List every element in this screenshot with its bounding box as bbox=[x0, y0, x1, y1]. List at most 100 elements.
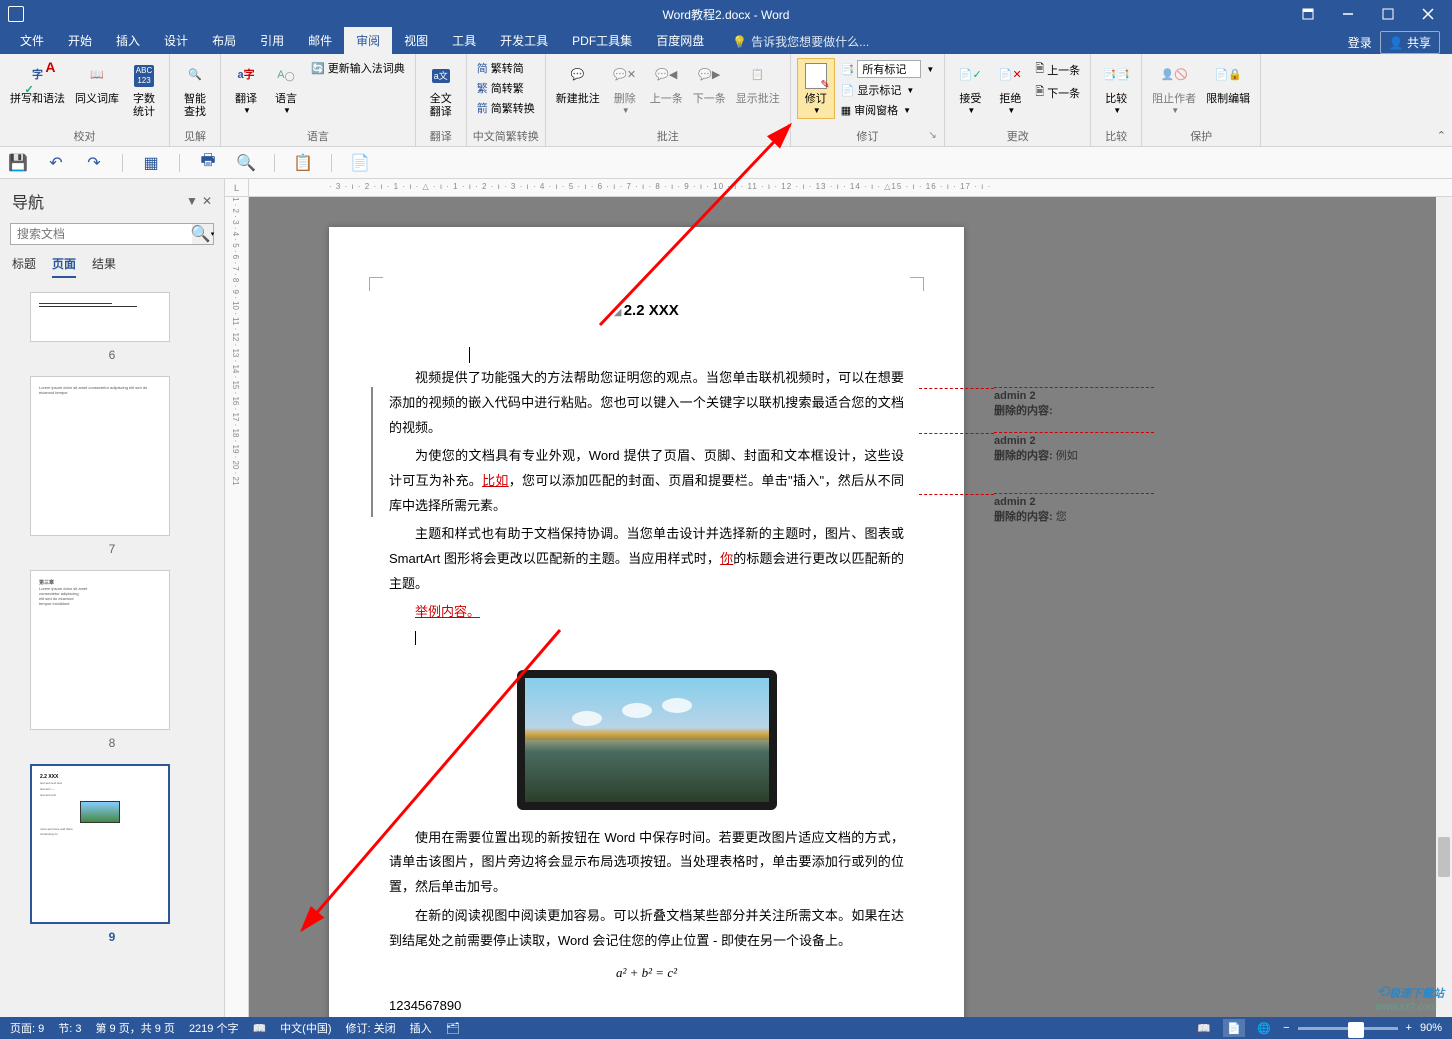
embedded-image[interactable] bbox=[517, 670, 777, 810]
zoom-out-button[interactable]: − bbox=[1283, 1022, 1289, 1034]
share-button[interactable]: 👤 共享 bbox=[1380, 31, 1440, 54]
translate-button[interactable]: a字 翻译▼ bbox=[227, 58, 265, 119]
page-thumb-9[interactable]: 2.2 XXX text text text texttext text ---… bbox=[30, 764, 170, 924]
tab-layout[interactable]: 布局 bbox=[200, 27, 248, 54]
status-page-of[interactable]: 第 9 页，共 9 页 bbox=[95, 1020, 174, 1036]
nav-title: 导航 bbox=[12, 189, 44, 213]
scrollbar-thumb[interactable] bbox=[1438, 837, 1450, 877]
convert-button[interactable]: 箭简繁转换 bbox=[473, 98, 539, 118]
status-section[interactable]: 节: 3 bbox=[58, 1020, 81, 1036]
tab-file[interactable]: 文件 bbox=[8, 27, 56, 54]
markup-dropdown[interactable]: 📑所有标记▼ bbox=[837, 58, 939, 80]
show-markup-button[interactable]: 📄显示标记▼ bbox=[837, 80, 939, 100]
trad-to-simp-button[interactable]: 繁简转繁 bbox=[473, 78, 539, 98]
tab-baidu[interactable]: 百度网盘 bbox=[644, 27, 716, 54]
word-count-button[interactable]: ABC123 字数 统计 bbox=[125, 58, 163, 122]
translate-icon: a字 bbox=[231, 61, 261, 91]
page-thumb-6[interactable] bbox=[30, 292, 170, 342]
prev-change-button[interactable]: 🗎上一条 bbox=[1031, 58, 1084, 81]
login-link[interactable]: 登录 bbox=[1348, 34, 1372, 51]
nav-search-input[interactable] bbox=[10, 223, 214, 245]
simp-to-trad-button[interactable]: 简繁转简 bbox=[473, 58, 539, 78]
revision-balloon-3[interactable]: admin 2 删除的内容: 您 bbox=[994, 493, 1154, 524]
nav-tab-headings[interactable]: 标题 bbox=[12, 255, 36, 278]
tell-me-search[interactable]: 💡 告诉我您想要做什么... bbox=[724, 29, 877, 54]
next-change-button[interactable]: 🗎下一条 bbox=[1031, 81, 1084, 104]
page-thumb-8[interactable]: 第三章Lorem ipsum dolor sit ametconsectetur… bbox=[30, 570, 170, 730]
next-comment-button[interactable]: 💬▶ 下一条 bbox=[689, 58, 730, 109]
status-extra-icon[interactable]: 🗂 bbox=[446, 1022, 460, 1035]
accept-button[interactable]: 📄✓ 接受▼ bbox=[951, 58, 989, 119]
smart-lookup-button[interactable]: 🔍 智能 查找 bbox=[176, 58, 214, 122]
close-button[interactable] bbox=[1408, 0, 1448, 28]
qa-find-icon[interactable]: 🔍 bbox=[236, 153, 256, 173]
view-read-button[interactable]: 📖 bbox=[1193, 1019, 1215, 1037]
minimize-button[interactable] bbox=[1328, 0, 1368, 28]
tell-me-placeholder: 告诉我您想要做什么... bbox=[751, 33, 869, 50]
tab-pdf[interactable]: PDF工具集 bbox=[560, 27, 644, 54]
tab-home[interactable]: 开始 bbox=[56, 27, 104, 54]
collapse-ribbon-icon[interactable]: ⌃ bbox=[1437, 129, 1446, 142]
thesaurus-button[interactable]: 📖 同义词库 bbox=[71, 58, 123, 109]
zoom-slider[interactable] bbox=[1298, 1027, 1398, 1030]
nav-tab-pages[interactable]: 页面 bbox=[52, 255, 76, 278]
full-translate-button[interactable]: a文 全文 翻译 bbox=[422, 58, 460, 122]
page-thumb-7[interactable]: Lorem ipsum dolor sit amet consectetur a… bbox=[30, 376, 170, 536]
document-page[interactable]: ◢ 2.2 XXX 视频提供了功能强大的方法帮助您证明您的观点。当您单击联机视频… bbox=[329, 227, 964, 1017]
ribbon: 字A✓ 拼写和语法 📖 同义词库 ABC123 字数 统计 校对 🔍 智能 查找… bbox=[0, 54, 1452, 147]
revision-author: admin 2 bbox=[994, 435, 1154, 447]
show-comments-button[interactable]: 📋 显示批注 bbox=[732, 58, 784, 109]
review-pane-button[interactable]: ▦审阅窗格▼ bbox=[837, 100, 939, 120]
tracking-launcher[interactable]: ↘ bbox=[928, 130, 940, 142]
status-words[interactable]: 2219 个字 bbox=[189, 1020, 239, 1036]
zoom-level[interactable]: 90% bbox=[1420, 1022, 1442, 1034]
zoom-in-button[interactable]: + bbox=[1406, 1022, 1412, 1034]
horizontal-ruler[interactable]: · 3 · ı · 2 · ı · 1 · ı · △ · ı · 1 · ı … bbox=[249, 179, 1452, 197]
redo-button[interactable]: ↷ bbox=[84, 153, 104, 173]
status-language[interactable]: 中文(中国) bbox=[280, 1020, 331, 1036]
tab-developer[interactable]: 开发工具 bbox=[488, 27, 560, 54]
tab-design[interactable]: 设计 bbox=[152, 27, 200, 54]
status-insert[interactable]: 插入 bbox=[410, 1020, 432, 1036]
update-ime-button[interactable]: 🔄 更新输入法词典 bbox=[307, 58, 409, 78]
maximize-button[interactable] bbox=[1368, 0, 1408, 28]
status-track[interactable]: 修订: 关闭 bbox=[346, 1020, 396, 1036]
nav-tab-results[interactable]: 结果 bbox=[92, 255, 116, 278]
qa-copy-icon[interactable]: 📋 bbox=[293, 153, 313, 173]
qa-layout-icon[interactable]: ▦ bbox=[141, 153, 161, 173]
block-authors-button[interactable]: 👤🚫 阻止作者▼ bbox=[1148, 58, 1200, 119]
nav-dropdown-icon[interactable]: ▼ bbox=[186, 194, 198, 208]
search-icon[interactable]: 🔍▾ bbox=[192, 223, 214, 245]
qa-print-icon[interactable]: 🖶 bbox=[198, 153, 218, 173]
nav-thumbnails: 6 Lorem ipsum dolor sit amet consectetur… bbox=[0, 284, 224, 1017]
tab-view[interactable]: 视图 bbox=[392, 27, 440, 54]
new-comment-button[interactable]: 💬 新建批注 bbox=[552, 58, 604, 109]
tab-review[interactable]: 审阅 bbox=[344, 27, 392, 54]
revision-balloon-1[interactable]: admin 2 删除的内容: bbox=[994, 387, 1154, 418]
view-web-button[interactable]: 🌐 bbox=[1253, 1019, 1275, 1037]
prev-comment-button[interactable]: 💬◀ 上一条 bbox=[646, 58, 687, 109]
vertical-scrollbar[interactable] bbox=[1436, 197, 1452, 1017]
tab-mailings[interactable]: 邮件 bbox=[296, 27, 344, 54]
reject-button[interactable]: 📄✕ 拒绝▼ bbox=[991, 58, 1029, 119]
zoom-slider-thumb[interactable] bbox=[1348, 1022, 1364, 1038]
tab-tools[interactable]: 工具 bbox=[440, 27, 488, 54]
tab-references[interactable]: 引用 bbox=[248, 27, 296, 54]
revision-balloon-2[interactable]: admin 2 删除的内容: 例如 bbox=[994, 432, 1154, 463]
spelling-button[interactable]: 字A✓ 拼写和语法 bbox=[6, 58, 69, 109]
delete-comment-button[interactable]: 💬✕ 删除▼ bbox=[606, 58, 644, 119]
save-button[interactable]: 💾 bbox=[8, 153, 28, 173]
compare-button[interactable]: 📑📑 比较▼ bbox=[1097, 58, 1135, 119]
status-page[interactable]: 页面: 9 bbox=[10, 1020, 44, 1036]
tab-insert[interactable]: 插入 bbox=[104, 27, 152, 54]
view-print-button[interactable]: 📄 bbox=[1223, 1019, 1245, 1037]
track-changes-button[interactable]: ✎ 修订▼ bbox=[797, 58, 835, 119]
restrict-editing-button[interactable]: 📄🔒 限制编辑 bbox=[1202, 58, 1254, 109]
language-button[interactable]: A◯ 语言▼ bbox=[267, 58, 305, 119]
ribbon-display-options-icon[interactable] bbox=[1288, 0, 1328, 28]
qa-paste-icon[interactable]: 📄 bbox=[350, 153, 370, 173]
vertical-ruler[interactable]: 1 · 2 · 3 · 4 · 5 · 6 · 7 · 8 · 9 · 10 ·… bbox=[225, 197, 249, 1017]
undo-button[interactable]: ↶ bbox=[46, 153, 66, 173]
document-scroll[interactable]: ◢ 2.2 XXX 视频提供了功能强大的方法帮助您证明您的观点。当您单击联机视频… bbox=[249, 197, 1452, 1017]
nav-close-icon[interactable]: ✕ bbox=[202, 194, 212, 208]
